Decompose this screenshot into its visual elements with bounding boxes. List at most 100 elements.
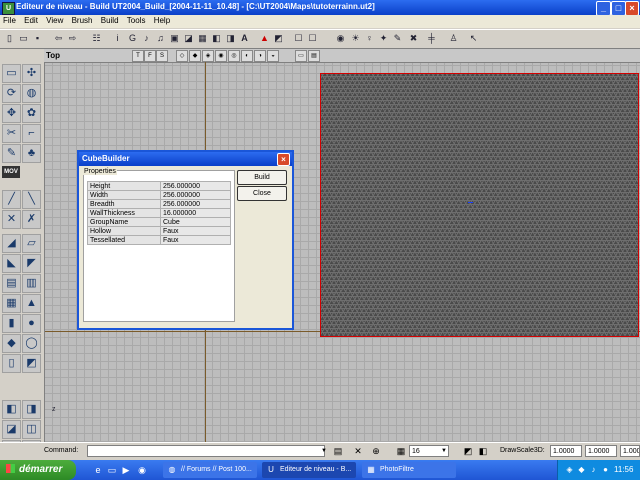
search-actors-icon[interactable]: ☷ — [90, 32, 103, 45]
start-button[interactable]: démarrer — [0, 460, 76, 480]
camera-icon[interactable]: ▭ — [295, 50, 307, 62]
drag-grid-icon[interactable]: ◧ — [477, 445, 489, 457]
menu-edit[interactable]: Edit — [21, 15, 41, 26]
group-browser-icon[interactable]: ◪ — [182, 32, 195, 45]
sphere-builder-icon[interactable]: ● — [22, 314, 41, 333]
volumetric-builder-icon[interactable]: ▦ — [2, 294, 21, 313]
terrain-builder-icon[interactable]: ◆ — [2, 334, 21, 353]
firefox-icon[interactable]: ◉ — [136, 464, 148, 476]
property-row[interactable]: Width 256.000000 — [87, 190, 231, 200]
rotate-tool-icon[interactable]: ⟳ — [2, 84, 21, 103]
texture-pan-tool-icon[interactable]: ◍ — [22, 84, 41, 103]
dynamic-light-icon[interactable]: ◎ — [228, 50, 240, 62]
command-input[interactable] — [87, 445, 325, 457]
drawscale-z-input[interactable]: 1.0000 — [620, 445, 640, 457]
redo-icon[interactable]: ⇨ — [66, 32, 79, 45]
sound-browser-icon[interactable]: ♫ — [154, 32, 167, 45]
terrain-mesh[interactable] — [320, 73, 639, 337]
rotation-grid-icon[interactable]: ◩ — [462, 445, 474, 457]
emitter-icon[interactable]: ✦ — [377, 32, 390, 45]
app-icon[interactable]: U — [2, 2, 15, 15]
cylinder-builder-icon[interactable]: ▮ — [2, 314, 21, 333]
scale-tool-icon[interactable]: ✣ — [22, 64, 41, 83]
menu-file[interactable]: File — [0, 15, 19, 26]
zone-mode-icon[interactable]: ◆ — [189, 50, 201, 62]
close-button[interactable]: × — [625, 1, 639, 16]
show-selected-icon[interactable]: ◧ — [2, 400, 21, 419]
stairs-builder-icon[interactable]: ◣ — [2, 254, 21, 273]
polys-view-icon[interactable]: ◑ — [254, 50, 266, 62]
clock[interactable]: 11:56 — [614, 465, 633, 474]
intersect-brush-icon[interactable]: ✕ — [2, 210, 21, 229]
media-player-icon[interactable]: ▶ — [120, 464, 132, 476]
light-icon[interactable]: ♀ — [363, 32, 376, 45]
menu-tools[interactable]: Tools — [124, 15, 149, 26]
property-row[interactable]: Height 256.000000 — [87, 181, 231, 191]
cube-builder-icon[interactable]: ◢ — [2, 234, 21, 253]
add-brush-icon[interactable]: ╱ — [2, 190, 21, 209]
save-file-icon[interactable]: ▪ — [31, 32, 44, 45]
property-row[interactable]: Hollow Faux — [87, 226, 231, 236]
network-icon[interactable]: ◈ — [564, 464, 575, 475]
volume-icon[interactable]: ♪ — [588, 464, 599, 475]
actor-browser-icon[interactable]: ▣ — [168, 32, 181, 45]
actor-properties-icon[interactable]: ♙ — [447, 32, 460, 45]
hide-selected-icon[interactable]: ◨ — [22, 400, 41, 419]
freehand-poly-tool-icon[interactable]: ✂ — [2, 124, 21, 143]
lathe-builder-icon[interactable]: ▥ — [22, 274, 41, 293]
font-browser-icon[interactable]: A — [238, 32, 251, 45]
face-drag-tool-icon[interactable]: ⌐ — [22, 124, 41, 143]
property-row[interactable]: Tessellated Faux — [87, 235, 231, 245]
lighting-mode-icon[interactable]: ☀ — [349, 32, 362, 45]
undo-icon[interactable]: ⇦ — [52, 32, 65, 45]
cone-builder-icon[interactable]: ▲ — [22, 294, 41, 313]
build-paths-icon[interactable]: ☐ — [306, 32, 319, 45]
property-row[interactable]: WallThickness 16.000000 — [87, 208, 231, 218]
select-inside-icon[interactable]: ◪ — [2, 420, 21, 439]
task-forums[interactable]: ◍ // Forums // Post 100... — [163, 462, 257, 478]
texture-browser-icon[interactable]: ◨ — [224, 32, 237, 45]
mesh-browser-icon[interactable]: ▦ — [196, 32, 209, 45]
minimize-button[interactable]: _ — [596, 1, 611, 16]
build-geometry-icon[interactable]: ◩ — [272, 32, 285, 45]
matinee-icon[interactable]: ╪ — [425, 32, 438, 45]
property-value[interactable]: 256.000000 — [160, 190, 231, 200]
info-icon[interactable]: i — [111, 32, 124, 45]
dialog-title-bar[interactable]: CubeBuilder × — [79, 152, 292, 166]
view-top-button[interactable]: T — [132, 50, 144, 62]
texture-mode-icon[interactable]: ◈ — [202, 50, 214, 62]
build-lighting-icon[interactable]: ☐ — [292, 32, 305, 45]
music-browser-icon[interactable]: ♪ — [140, 32, 153, 45]
internet-explorer-icon[interactable]: e — [92, 464, 104, 476]
property-value[interactable]: 256.000000 — [160, 199, 231, 209]
terrain-editing-tool-icon[interactable]: ✎ — [2, 144, 21, 163]
zone-view-icon[interactable]: ◐ — [241, 50, 253, 62]
property-row[interactable]: Breadth 256.000000 — [87, 199, 231, 209]
command-dropdown-icon[interactable]: ▼ — [318, 445, 330, 457]
view-side-button[interactable]: S — [156, 50, 168, 62]
property-value[interactable]: 256.000000 — [160, 181, 231, 191]
game-type-icon[interactable]: G — [126, 32, 139, 45]
property-value[interactable]: Faux — [160, 226, 231, 236]
camera-move-tool-icon[interactable]: ▭ — [2, 64, 21, 83]
subtract-brush-icon[interactable]: ╲ — [22, 190, 41, 209]
menu-view[interactable]: View — [43, 15, 66, 26]
matinee-tool-icon[interactable]: ♣ — [22, 144, 41, 163]
deintersect-brush-icon[interactable]: ✗ — [22, 210, 41, 229]
antivirus-icon[interactable]: ● — [600, 464, 611, 475]
menu-brush[interactable]: Brush — [69, 15, 96, 26]
task-editor[interactable]: U Editeur de niveau - B... — [262, 462, 356, 478]
close-dialog-button[interactable]: Close — [237, 186, 287, 201]
prefab-browser-icon[interactable]: ◧ — [210, 32, 223, 45]
shield-icon[interactable]: ◆ — [576, 464, 587, 475]
open-file-icon[interactable]: ▭ — [17, 32, 30, 45]
select-all-icon[interactable]: ◫ — [22, 420, 41, 439]
property-value[interactable]: Faux — [160, 235, 231, 245]
vertex-snap-icon[interactable]: ⊕ — [370, 445, 382, 457]
new-file-icon[interactable]: ▯ — [3, 32, 16, 45]
show-desktop-icon[interactable]: ▭ — [106, 464, 118, 476]
drawscale-y-input[interactable]: 1.0000 — [585, 445, 617, 457]
lock-selection-icon[interactable]: ✕ — [352, 445, 364, 457]
property-value[interactable]: Cube — [160, 217, 231, 227]
log-window-icon[interactable]: ▤ — [332, 445, 344, 457]
